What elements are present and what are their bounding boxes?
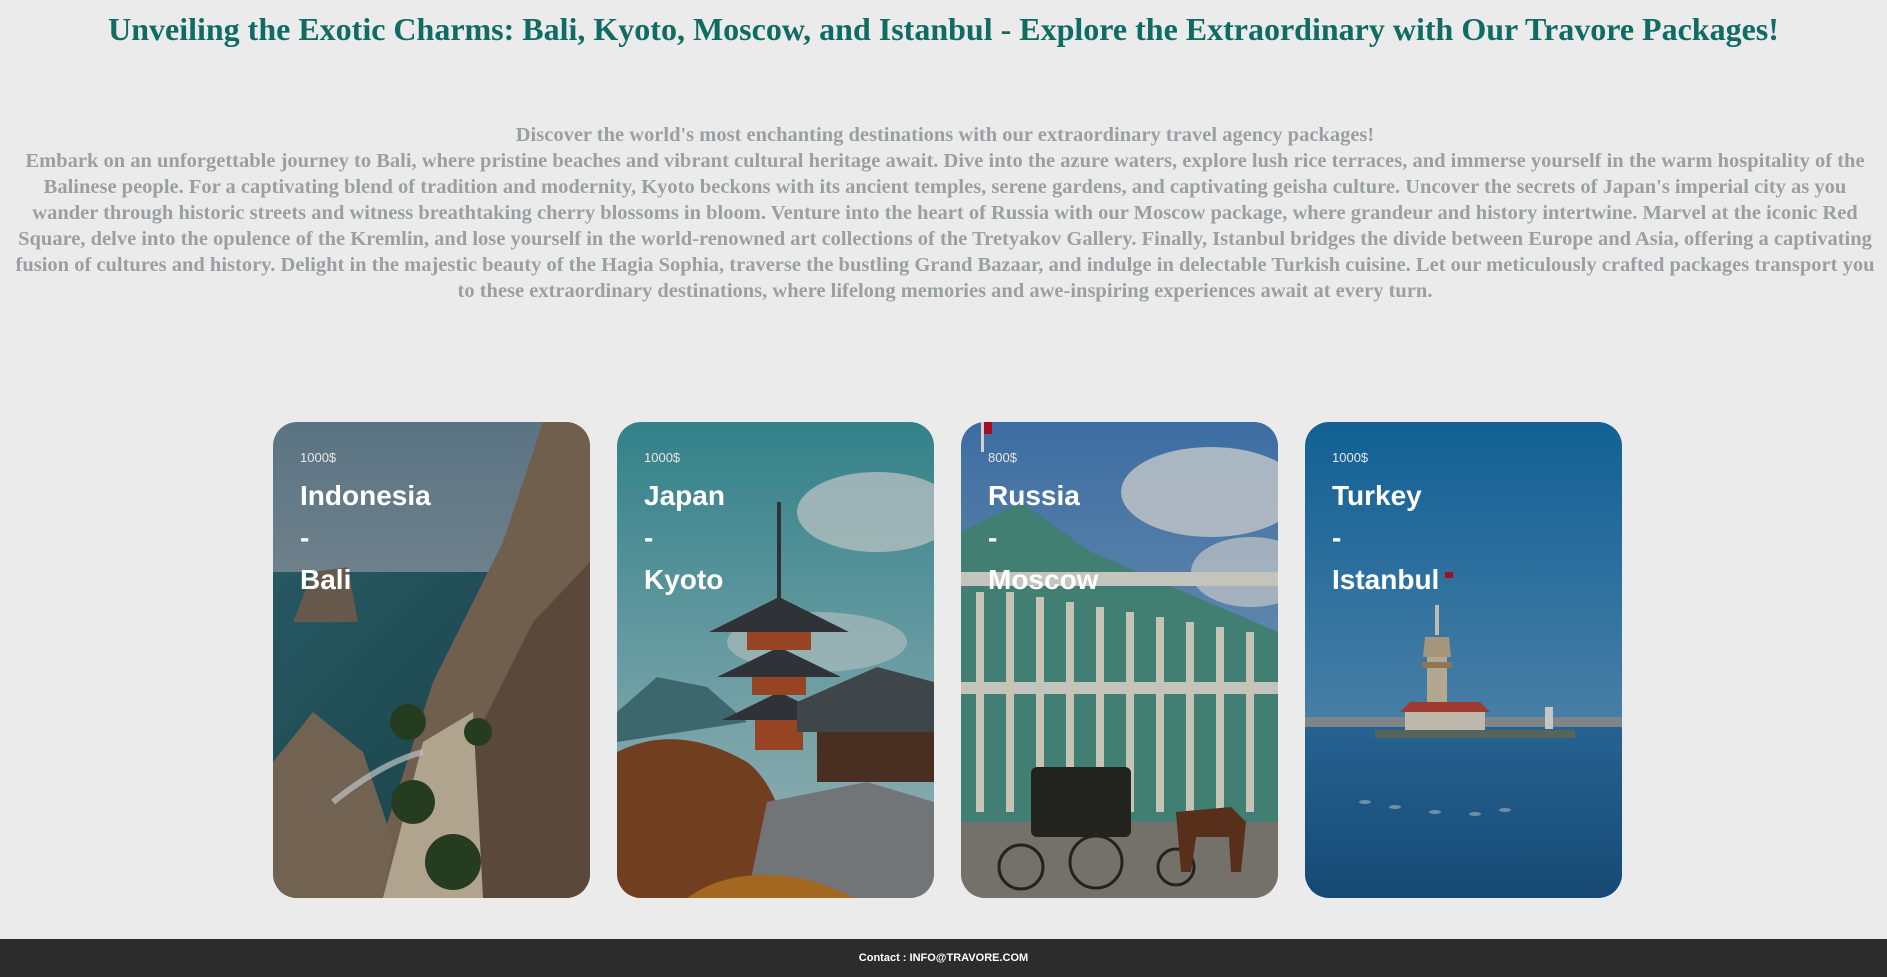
intro-lead: Discover the world's most enchanting des…: [515, 124, 1375, 146]
package-dash: -: [644, 522, 654, 553]
package-destination: Turkey - Istanbul: [1332, 475, 1439, 601]
package-price: 1000$: [300, 450, 337, 465]
footer: Contact : INFO@TRAVORE.COM: [0, 939, 1887, 977]
package-country: Indonesia: [300, 480, 431, 511]
package-card-bali[interactable]: 1000$ Indonesia - Bali: [273, 422, 590, 898]
package-country: Japan: [644, 480, 725, 511]
intro-body: Embark on an unforgettable journey to Ba…: [15, 150, 1875, 302]
footer-contact[interactable]: Contact : INFO@TRAVORE.COM: [859, 952, 1028, 964]
page-title: Unveiling the Exotic Charms: Bali, Kyoto…: [108, 11, 1779, 47]
package-city: Moscow: [988, 564, 1099, 595]
package-price: 1000$: [1332, 450, 1369, 465]
package-city: Kyoto: [644, 564, 724, 595]
package-destination: Japan - Kyoto: [644, 475, 725, 601]
package-city: Istanbul: [1332, 564, 1440, 595]
package-destination: Indonesia - Bali: [300, 475, 431, 601]
package-country: Turkey: [1332, 480, 1422, 511]
intro-text: Discover the world's most enchanting des…: [14, 122, 1876, 304]
package-card-kyoto[interactable]: 1000$ Japan - Kyoto: [617, 422, 934, 898]
package-card-moscow[interactable]: 800$ Russia - Moscow: [961, 422, 1278, 898]
package-price: 800$: [988, 450, 1017, 465]
package-dash: -: [1332, 522, 1342, 553]
package-cards: 1000$ Indonesia - Bali 1000$ Japan - Kyo…: [273, 422, 1622, 898]
package-destination: Russia - Moscow: [988, 475, 1098, 601]
package-country: Russia: [988, 480, 1080, 511]
package-dash: -: [300, 522, 310, 553]
package-card-istanbul[interactable]: 1000$ Turkey - Istanbul: [1305, 422, 1622, 898]
package-city: Bali: [300, 564, 352, 595]
package-dash: -: [988, 522, 998, 553]
package-price: 1000$: [644, 450, 681, 465]
